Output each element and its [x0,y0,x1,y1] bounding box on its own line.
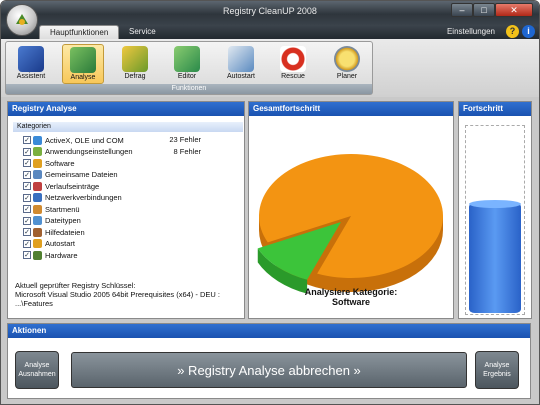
progress-bar-top [469,200,521,208]
category-label: Netzwerkverbindungen [45,193,122,202]
category-icon [33,227,42,237]
category-label: Startmenü [45,204,80,214]
category-icon [33,204,42,214]
category-label: Software [45,158,75,168]
actions-title: Aktionen [8,324,530,338]
analyse-label: Analyse [70,74,96,81]
category-label: Autostart [45,239,76,248]
help-icon[interactable]: ? [506,25,519,38]
category-checkbox[interactable]: ✓ [23,205,31,213]
defrag-label: Defrag [124,73,146,80]
editor-label: Editor [177,73,197,80]
category-checkbox[interactable]: ✓ [23,228,31,236]
analyse-icon [70,47,96,73]
editor-icon [174,46,200,72]
ribbon-group-funktionen: Assistent Analyse Defrag Editor Autostar… [5,41,373,95]
category-icon [33,147,42,156]
wizard-icon [18,46,44,72]
analyse-results-button[interactable]: Analyse Ergebnis [475,351,519,389]
scan-status: Aktuell geprüfter Registry Schlüssel: Mi… [15,281,235,308]
category-item[interactable]: ✓ Software [23,158,203,168]
maximize-button[interactable]: □ [473,3,495,17]
assistent-button[interactable]: Assistent [10,44,52,84]
category-label: Hilfedateien [45,227,85,237]
category-label: Anwendungseinstellungen [45,147,133,156]
ribbon-group-label: Funktionen [6,84,372,94]
scan-key: Microsoft Visual Studio 2005 64bit Prere… [15,290,220,299]
scan-key-path: ...\Features [15,299,53,308]
category-item[interactable]: ✓ Autostart [23,239,203,249]
main-window: Registry CleanUP 2008 – □ ✕ Hauptfunktio… [0,0,540,405]
rescue-label: Rescue [281,73,305,80]
category-icon [33,193,42,202]
analyse-button[interactable]: Analyse [62,44,104,84]
status-label: Analysiere Kategorie: [304,287,398,297]
category-item[interactable]: ✓ Dateitypen [23,216,203,226]
defrag-button[interactable]: Defrag [114,44,156,84]
assistent-label: Assistent [16,73,46,80]
close-button[interactable]: ✕ [495,3,533,17]
categories-header: Kategorien [13,122,243,132]
editor-button[interactable]: Editor [166,44,208,84]
analyse-exceptions-button[interactable]: Analyse Ausnahmen [15,351,59,389]
category-label: Dateitypen [45,216,81,225]
category-label: ActiveX, OLE und COM [45,135,124,145]
category-error-count: 23 Fehler [169,135,201,144]
category-icon [33,158,42,168]
cancel-analysis-button[interactable]: » Registry Analyse abbrechen » [71,352,467,388]
category-icon [33,239,42,248]
app-menu-icon[interactable] [6,4,38,36]
autostart-button[interactable]: Autostart [220,44,262,84]
clock-icon [334,46,360,72]
autostart-icon [228,46,254,72]
category-item[interactable]: ✓ Startmenü [23,204,203,214]
planer-label: Planer [336,73,358,80]
title-bar[interactable]: Registry CleanUP 2008 – □ ✕ [1,1,539,25]
category-label: Hardware [45,250,78,260]
category-checkbox[interactable]: ✓ [23,136,31,144]
category-icon [33,181,42,191]
category-icon [33,216,42,225]
rescue-button[interactable]: Rescue [272,44,314,84]
category-checkbox[interactable]: ✓ [23,239,31,248]
overall-pie-chart [257,154,443,294]
lifebuoy-icon [280,46,306,72]
ribbon: Assistent Analyse Defrag Editor Autostar… [1,39,539,97]
category-item[interactable]: ✓ Hilfedateien [23,227,203,237]
category-checkbox[interactable]: ✓ [23,216,31,225]
window-controls: – □ ✕ [451,3,533,17]
category-error-count: 8 Fehler [173,146,201,156]
category-checkbox[interactable]: ✓ [23,251,31,259]
category-icon [33,135,42,145]
settings-link[interactable]: Einstellungen [447,27,495,36]
tab-hauptfunktionen[interactable]: Hauptfunktionen [39,25,120,40]
status-category: Software [331,297,370,307]
defrag-icon [122,46,148,72]
category-item[interactable]: ✓ Netzwerkverbindungen [23,193,203,203]
progress-title: Fortschritt [459,102,531,116]
info-icon[interactable]: i [522,25,535,38]
planer-button[interactable]: Planer [326,44,368,84]
registry-analyse-title: Registry Analyse [8,102,244,116]
overall-progress-title: Gesamtfortschritt [249,102,453,116]
progress-bar-fill [469,203,521,313]
category-item[interactable]: ✓ Verlaufseinträge [23,181,203,191]
category-icon [33,170,42,179]
category-label: Gemeinsame Dateien [45,170,118,179]
scan-label: Aktuell geprüfter Registry Schlüssel: [15,281,136,290]
minimize-button[interactable]: – [451,3,473,17]
tab-service[interactable]: Service [119,25,166,40]
category-item[interactable]: ✓ Hardware [23,250,203,260]
category-checkbox[interactable]: ✓ [23,159,31,167]
category-label: Verlaufseinträge [45,181,100,191]
category-checkbox[interactable]: ✓ [23,147,31,156]
category-item[interactable]: ✓ Gemeinsame Dateien [23,170,203,180]
category-icon [33,250,42,260]
help-icons: ? i [506,25,535,38]
current-category-status: Analysiere Kategorie: Software [261,287,441,307]
category-checkbox[interactable]: ✓ [23,170,31,179]
category-checkbox[interactable]: ✓ [23,182,31,190]
autostart-label: Autostart [226,73,255,80]
category-checkbox[interactable]: ✓ [23,193,31,202]
